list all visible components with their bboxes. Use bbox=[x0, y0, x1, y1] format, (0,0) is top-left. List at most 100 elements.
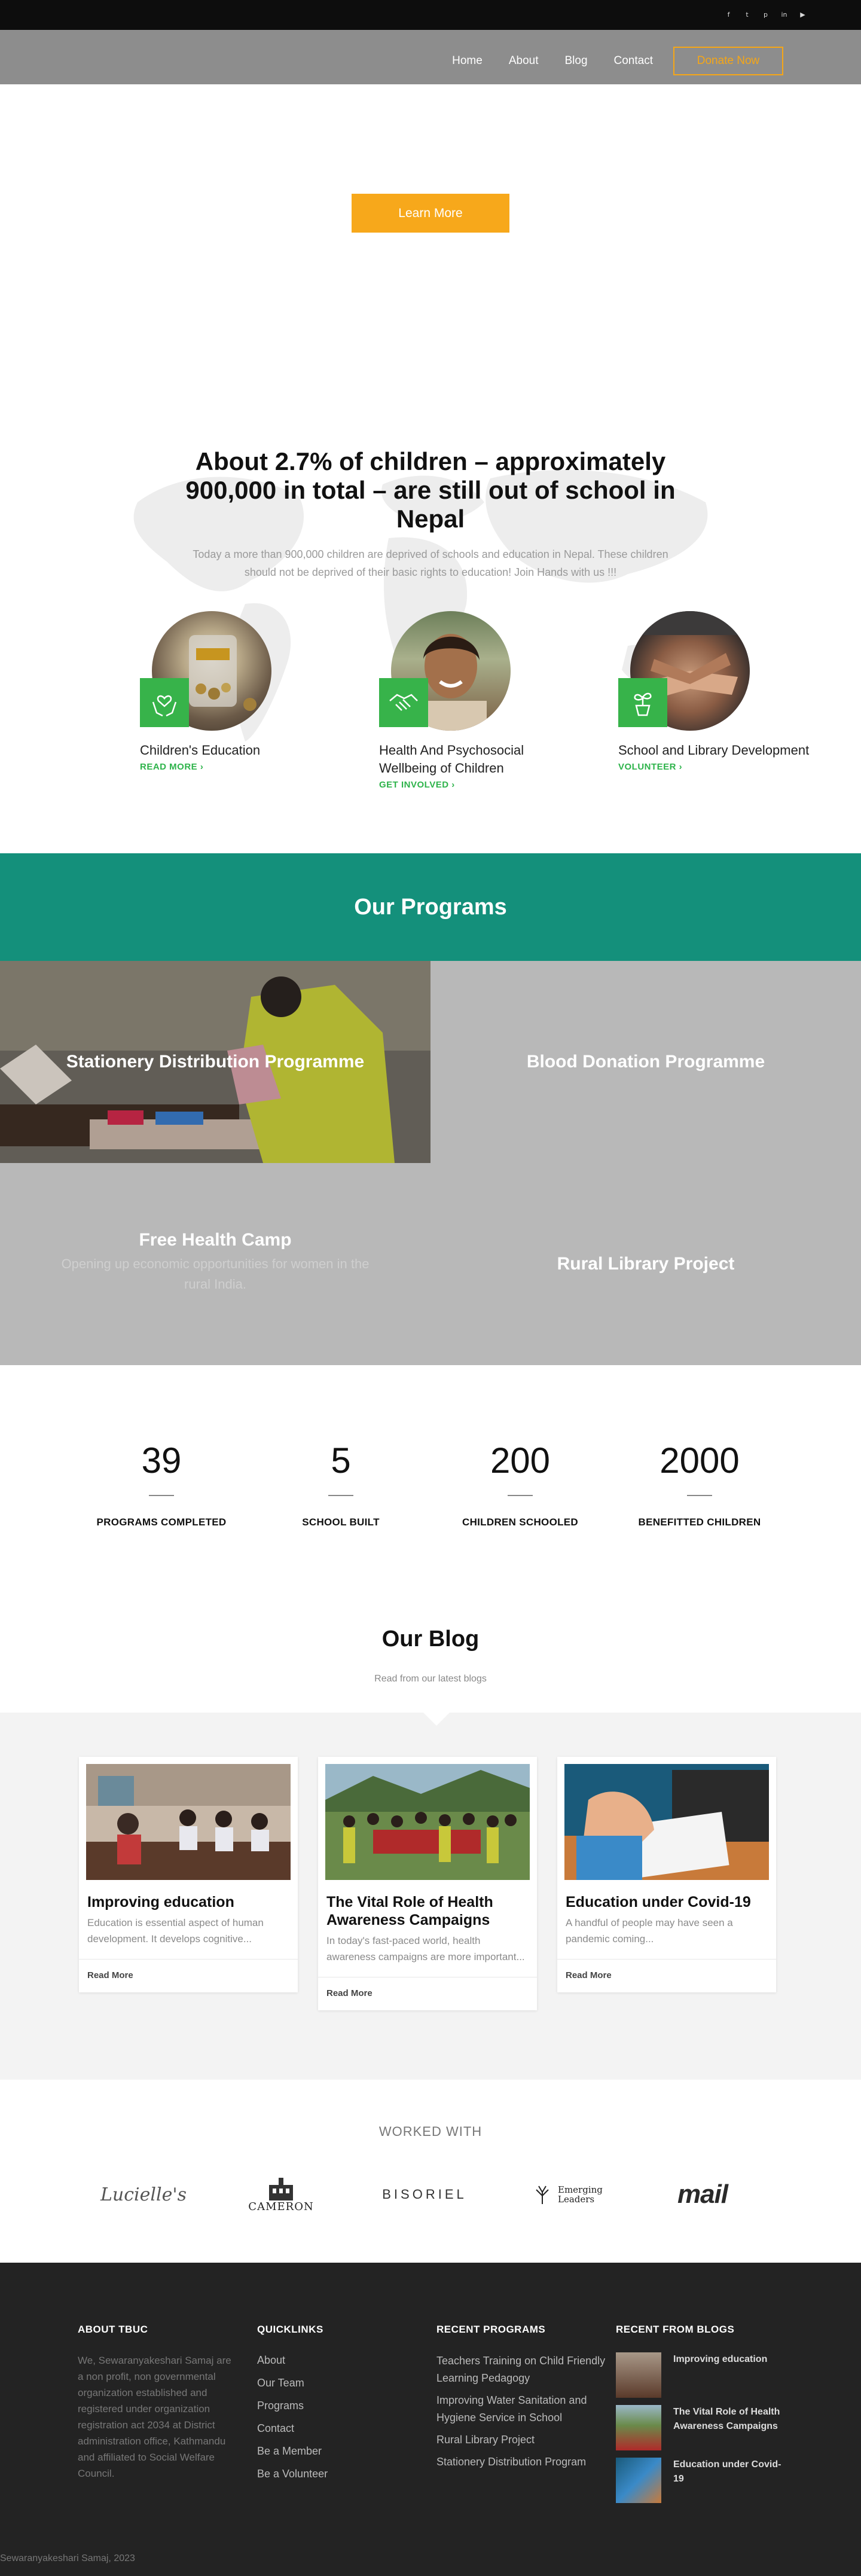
footer-program-link[interactable]: Rural Library Project bbox=[436, 2431, 610, 2449]
stat-children-schooled: 200 CHILDREN SCHOOLED bbox=[430, 1440, 610, 1528]
plant-icon bbox=[618, 678, 667, 727]
learn-more-button[interactable]: Learn More bbox=[352, 194, 509, 233]
footer-program-link[interactable]: Improving Water Sanitation and Hygiene S… bbox=[436, 2392, 610, 2427]
footer-link-team[interactable]: Our Team bbox=[257, 2371, 407, 2394]
hands-heart-icon bbox=[140, 678, 189, 727]
twitter-icon[interactable]: t bbox=[743, 10, 752, 19]
recent-blog-title[interactable]: Improving education bbox=[661, 2352, 767, 2398]
nav-home[interactable]: Home bbox=[452, 54, 483, 68]
recent-blog-item[interactable]: The Vital Role of Health Awareness Campa… bbox=[616, 2405, 789, 2450]
stat-divider bbox=[687, 1495, 712, 1496]
footer-program-link[interactable]: Stationery Distribution Program bbox=[436, 2453, 610, 2471]
youtube-icon[interactable]: ▶ bbox=[798, 10, 807, 19]
footer-link-contact[interactable]: Contact bbox=[257, 2417, 407, 2440]
stat-value: 200 bbox=[490, 1440, 551, 1481]
classroom-image bbox=[86, 1764, 291, 1880]
program-title: Blood Donation Programme bbox=[526, 1052, 765, 1072]
partner-logo-mail: mail bbox=[677, 2180, 728, 2209]
footer-quicklinks-heading: QUICKLINKS bbox=[257, 2324, 323, 2335]
read-more-link[interactable]: Read More bbox=[318, 1977, 537, 2010]
partner-logo-cameron: CAMERON bbox=[239, 2171, 323, 2218]
about-text: Today a more than 900,000 children are d… bbox=[193, 548, 668, 578]
feature-title: Children's Education bbox=[140, 743, 261, 758]
feature-health-wellbeing: Health And Psychosocial Wellbeing of Chi… bbox=[379, 611, 582, 790]
read-more-link[interactable]: Read More bbox=[79, 1959, 298, 1992]
facebook-icon[interactable]: f bbox=[724, 10, 733, 19]
recent-blog-title[interactable]: The Vital Role of Health Awareness Campa… bbox=[661, 2405, 789, 2450]
stat-value: 2000 bbox=[660, 1440, 740, 1481]
footer-about-heading: ABOUT TBUC bbox=[78, 2324, 148, 2335]
building-icon bbox=[269, 2177, 293, 2200]
program-tile-health-camp[interactable]: Free Health Camp Opening up economic opp… bbox=[0, 1163, 430, 1365]
program-title: Rural Library Project bbox=[557, 1254, 735, 1274]
nav-blog[interactable]: Blog bbox=[564, 54, 587, 68]
partner-logo-emerging-leaders: Emerging Leaders bbox=[520, 2171, 616, 2218]
blog-excerpt: Education is essential aspect of human d… bbox=[87, 1917, 264, 1945]
program-tile-blood-donation[interactable]: Blood Donation Programme bbox=[430, 961, 861, 1163]
blog-excerpt: A handful of people may have seen a pand… bbox=[566, 1917, 733, 1945]
program-tile-stationery[interactable]: Stationery Distribution Programme bbox=[0, 961, 430, 1163]
blog-excerpt: In today's fast-paced world, health awar… bbox=[326, 1935, 525, 1962]
stat-divider bbox=[328, 1495, 353, 1496]
footer-quicklinks: QUICKLINKS About Our Team Programs Conta… bbox=[257, 2324, 407, 2485]
volunteer-link[interactable]: VOLUNTEER › bbox=[618, 762, 822, 772]
copyright-text: Sewaranyakeshari Samaj, 2023 bbox=[0, 2553, 135, 2563]
footer-blogs-heading: RECENT FROM BLOGS bbox=[616, 2324, 735, 2335]
footer-link-programs[interactable]: Programs bbox=[257, 2394, 407, 2417]
site-footer: ABOUT TBUC We, Sewaranyakeshari Samaj ar… bbox=[0, 2263, 861, 2576]
blog-card[interactable]: Education under Covid-19 A handful of pe… bbox=[557, 1757, 776, 1992]
stat-programs: 39 PROGRAMS COMPLETED bbox=[72, 1440, 251, 1528]
programs-heading: Our Programs bbox=[354, 895, 507, 920]
linkedin-icon[interactable]: in bbox=[780, 10, 789, 19]
blog-title[interactable]: Improving education bbox=[79, 1880, 298, 1911]
blog-thumbnail bbox=[616, 2458, 661, 2503]
recent-blog-item[interactable]: Education under Covid-19 bbox=[616, 2458, 789, 2503]
stat-label: CHILDREN SCHOOLED bbox=[462, 1516, 578, 1528]
blog-subheading: Read from our latest blogs bbox=[374, 1674, 487, 1684]
nav-about[interactable]: About bbox=[509, 54, 539, 68]
stat-label: PROGRAMS COMPLETED bbox=[96, 1516, 227, 1528]
blog-card[interactable]: Improving education Education is essenti… bbox=[79, 1757, 298, 1992]
program-tile-rural-library[interactable]: Rural Library Project bbox=[430, 1163, 861, 1365]
blog-title[interactable]: Education under Covid-19 bbox=[557, 1880, 776, 1911]
nav-contact[interactable]: Contact bbox=[614, 54, 653, 68]
stat-label: SCHOOL BUILT bbox=[302, 1516, 380, 1528]
donate-now-button[interactable]: Donate Now bbox=[673, 47, 783, 75]
read-more-link[interactable]: READ MORE › bbox=[140, 762, 343, 772]
worked-with-heading: WORKED WITH bbox=[378, 2124, 483, 2139]
blog-title[interactable]: The Vital Role of Health Awareness Campa… bbox=[318, 1880, 537, 1929]
footer-link-about[interactable]: About bbox=[257, 2349, 407, 2371]
top-bar: f t p in ▶ bbox=[0, 0, 861, 30]
partner-logo-bisoriel: BISORIEL bbox=[382, 2187, 467, 2202]
main-nav: Home About Blog Contact Donate Now bbox=[452, 47, 783, 75]
program-title: Stationery Distribution Programme bbox=[66, 1052, 365, 1072]
feature-title: Health And Psychosocial Wellbeing of Chi… bbox=[379, 743, 524, 776]
get-involved-link[interactable]: GET INVOLVED › bbox=[379, 780, 582, 790]
footer-link-member[interactable]: Be a Member bbox=[257, 2440, 407, 2462]
footer-programs-heading: RECENT PROGRAMS bbox=[436, 2324, 546, 2335]
recent-blog-title[interactable]: Education under Covid-19 bbox=[661, 2458, 789, 2503]
footer-program-link[interactable]: Teachers Training on Child Friendly Lear… bbox=[436, 2352, 610, 2387]
pinterest-icon[interactable]: p bbox=[761, 10, 770, 19]
stat-value: 39 bbox=[141, 1440, 182, 1481]
main-header: Home About Blog Contact Donate Now bbox=[0, 30, 861, 84]
handshake-icon bbox=[379, 678, 428, 727]
stat-schools: 5 SCHOOL BUILT bbox=[251, 1440, 430, 1528]
program-subtitle: Opening up economic opportunities for wo… bbox=[61, 1256, 370, 1292]
blog-thumbnail bbox=[616, 2352, 661, 2398]
stat-benefitted: 2000 BENEFITTED CHILDREN bbox=[610, 1440, 789, 1528]
stat-label: BENEFITTED CHILDREN bbox=[638, 1516, 761, 1528]
footer-recent-blogs: RECENT FROM BLOGS Improving education Th… bbox=[616, 2324, 789, 2510]
stat-divider bbox=[508, 1495, 533, 1496]
health-campaign-image bbox=[325, 1764, 530, 1880]
about-title: About 2.7% of children – approximately 9… bbox=[185, 447, 676, 533]
footer-about: ABOUT TBUC We, Sewaranyakeshari Samaj ar… bbox=[78, 2324, 239, 2482]
social-links: f t p in ▶ bbox=[724, 10, 807, 19]
read-more-link[interactable]: Read More bbox=[557, 1959, 776, 1992]
blog-card[interactable]: The Vital Role of Health Awareness Campa… bbox=[318, 1757, 537, 2010]
stat-value: 5 bbox=[331, 1440, 351, 1481]
footer-recent-programs: RECENT PROGRAMS Teachers Training on Chi… bbox=[436, 2324, 610, 2476]
feature-title: School and Library Development bbox=[618, 743, 810, 758]
recent-blog-item[interactable]: Improving education bbox=[616, 2352, 789, 2398]
footer-link-volunteer[interactable]: Be a Volunteer bbox=[257, 2462, 407, 2485]
